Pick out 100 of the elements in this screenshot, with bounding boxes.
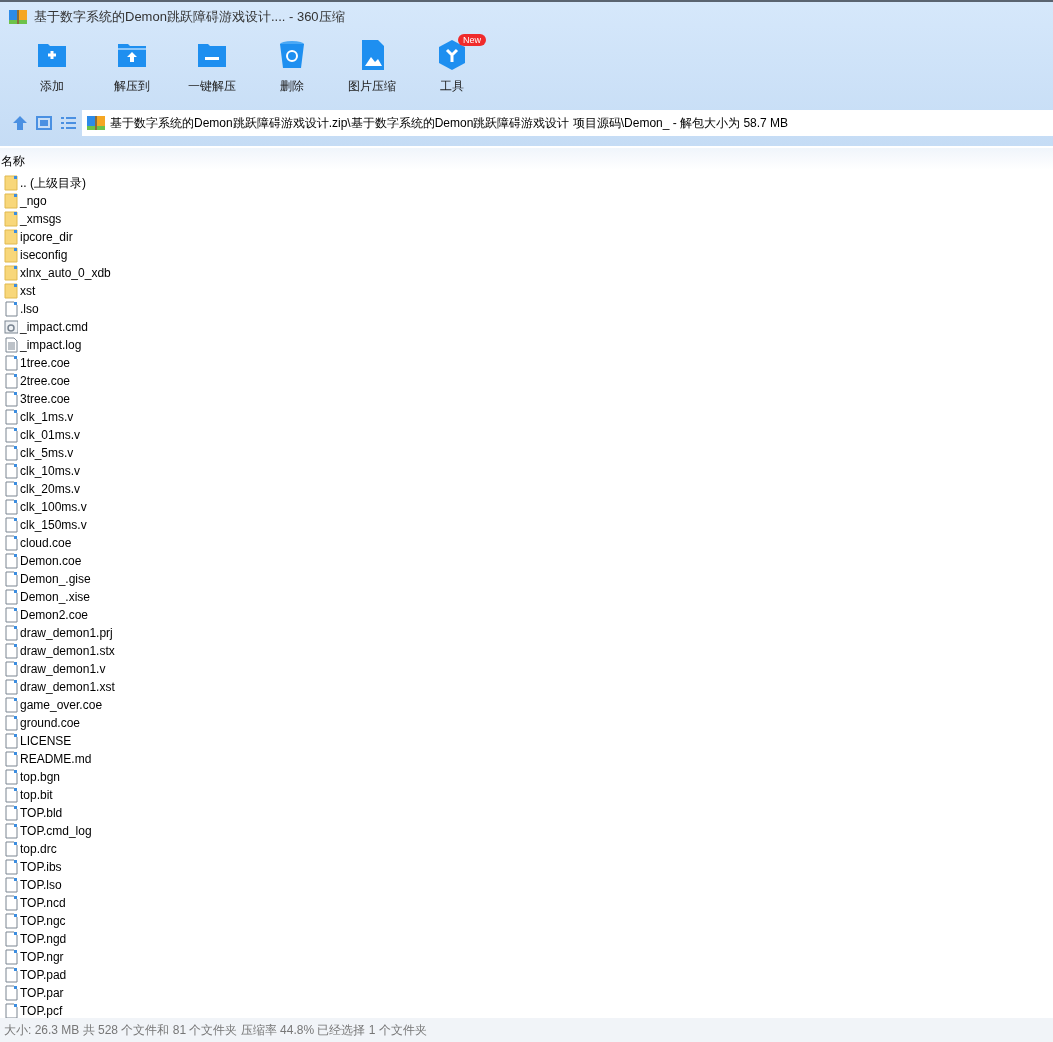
address-field[interactable]: 基于数字系统的Demon跳跃障碍游戏设计.zip\基于数字系统的Demon跳跃障碍游戏设计 项目源码\Demon_ - 解包大小为 58.7 MB bbox=[82, 110, 1053, 136]
file-name[interactable]: TOP.pcf bbox=[20, 1004, 63, 1018]
file-name[interactable]: xst bbox=[20, 284, 36, 298]
file-name[interactable]: Demon_.xise bbox=[20, 590, 91, 604]
text-document-icon bbox=[4, 337, 18, 353]
archive-icon bbox=[8, 7, 28, 27]
folder-icon bbox=[4, 283, 18, 299]
file-name[interactable]: _ngo bbox=[20, 194, 47, 208]
file-name[interactable]: top.bgn bbox=[20, 770, 61, 784]
toolbar-button[interactable]: 删除 bbox=[252, 38, 332, 102]
file-name[interactable]: TOP.pad bbox=[20, 968, 67, 982]
file-name[interactable]: TOP.par bbox=[20, 986, 64, 1000]
document-icon bbox=[4, 949, 18, 965]
file-name[interactable]: clk_100ms.v bbox=[20, 500, 87, 514]
document-icon bbox=[4, 391, 18, 407]
file-name[interactable]: top.bit bbox=[20, 788, 53, 802]
document-icon bbox=[4, 715, 18, 731]
file-name[interactable]: TOP.ncd bbox=[20, 896, 66, 910]
file-name[interactable]: 2tree.coe bbox=[20, 374, 71, 388]
document-icon bbox=[4, 535, 18, 551]
document-icon bbox=[4, 301, 18, 317]
document-icon bbox=[4, 553, 18, 569]
file-name[interactable]: clk_20ms.v bbox=[20, 482, 81, 496]
folder-icon bbox=[4, 229, 18, 245]
file-name[interactable]: _xmsgs bbox=[20, 212, 62, 226]
document-icon bbox=[4, 427, 18, 443]
document-icon bbox=[4, 607, 18, 623]
document-icon bbox=[4, 841, 18, 857]
archive-path: 基于数字系统的Demon跳跃障碍游戏设计.zip\基于数字系统的Demon跳跃障碍游戏设计 项目源码\Demon_ - 解包大小为 58.7 MB bbox=[110, 114, 789, 132]
document-icon bbox=[4, 643, 18, 659]
file-name[interactable]: README.md bbox=[20, 752, 92, 766]
document-icon bbox=[4, 967, 18, 983]
file-name[interactable]: TOP.bld bbox=[20, 806, 63, 820]
document-icon bbox=[4, 409, 18, 425]
file-name[interactable]: Demon2.coe bbox=[20, 608, 89, 622]
file-name[interactable]: game_over.coe bbox=[20, 698, 103, 712]
document-icon bbox=[4, 769, 18, 785]
document-icon bbox=[4, 481, 18, 497]
file-name[interactable]: clk_10ms.v bbox=[20, 464, 81, 478]
file-name[interactable]: draw_demon1.v bbox=[20, 662, 106, 676]
file-name[interactable]: clk_150ms.v bbox=[20, 518, 87, 532]
window-title: 基于数字系统的Demon跳跃障碍游戏设计.... - 360压缩 bbox=[34, 8, 345, 26]
document-icon bbox=[4, 355, 18, 371]
toolbar-button[interactable]: 一键解压 bbox=[172, 38, 252, 102]
file-name[interactable]: ground.coe bbox=[20, 716, 81, 730]
file-name[interactable]: xlnx_auto_0_xdb bbox=[20, 266, 111, 280]
file-name[interactable]: .lso bbox=[20, 302, 39, 316]
file-name[interactable]: clk_01ms.v bbox=[20, 428, 81, 442]
file-name[interactable]: TOP.cmd_log bbox=[20, 824, 92, 838]
file-name[interactable]: TOP.lso bbox=[20, 878, 62, 892]
window-view-icon[interactable] bbox=[34, 113, 54, 133]
file-name[interactable]: .. (上级目录) bbox=[20, 174, 86, 192]
document-icon bbox=[4, 751, 18, 767]
file-name[interactable]: 3tree.coe bbox=[20, 392, 71, 406]
toolbar-button[interactable]: 添加 bbox=[12, 38, 92, 102]
document-icon bbox=[4, 445, 18, 461]
document-icon bbox=[4, 877, 18, 893]
document-icon bbox=[4, 589, 18, 605]
document-icon bbox=[4, 733, 18, 749]
file-name[interactable]: top.drc bbox=[20, 842, 57, 856]
file-name[interactable]: clk_1ms.v bbox=[20, 410, 74, 424]
new-badge: New bbox=[458, 34, 486, 46]
document-icon bbox=[4, 517, 18, 533]
document-icon bbox=[4, 895, 18, 911]
document-icon bbox=[4, 661, 18, 677]
folder-icon bbox=[4, 265, 18, 281]
file-name[interactable]: _impact.cmd bbox=[20, 320, 89, 334]
file-name[interactable]: draw_demon1.xst bbox=[20, 680, 115, 694]
folder-icon bbox=[4, 247, 18, 263]
gear-document-icon bbox=[4, 319, 18, 335]
document-icon bbox=[4, 679, 18, 695]
folder-icon bbox=[4, 175, 18, 191]
file-name[interactable]: draw_demon1.prj bbox=[20, 626, 113, 640]
document-icon bbox=[4, 625, 18, 641]
folder-icon bbox=[4, 211, 18, 227]
document-icon bbox=[4, 823, 18, 839]
document-icon bbox=[4, 985, 18, 1001]
status-text: 大小: 26.3 MB 共 528 个文件和 81 个文件夹 压缩率 44.8% 已经选择 1 个文件夹 bbox=[4, 1021, 427, 1039]
file-name[interactable]: TOP.ngc bbox=[20, 914, 66, 928]
file-name[interactable]: iseconfig bbox=[20, 248, 68, 262]
file-name[interactable]: cloud.coe bbox=[20, 536, 72, 550]
file-name[interactable]: LICENSE bbox=[20, 734, 72, 748]
file-name[interactable]: TOP.ibs bbox=[20, 860, 62, 874]
document-icon bbox=[4, 463, 18, 479]
file-name[interactable]: Demon_.gise bbox=[20, 572, 91, 586]
document-icon bbox=[4, 1003, 18, 1018]
file-name[interactable]: ipcore_dir bbox=[20, 230, 73, 244]
file-name[interactable]: TOP.ngd bbox=[20, 932, 67, 946]
document-icon bbox=[4, 859, 18, 875]
document-icon bbox=[4, 787, 18, 803]
file-name[interactable]: _impact.log bbox=[20, 338, 82, 352]
file-name[interactable]: 1tree.coe bbox=[20, 356, 71, 370]
file-name[interactable]: draw_demon1.stx bbox=[20, 644, 115, 658]
file-name[interactable]: clk_5ms.v bbox=[20, 446, 74, 460]
toolbar-button[interactable]: 图片压缩 bbox=[332, 38, 412, 102]
column-header[interactable]: 名称 bbox=[1, 153, 25, 170]
toolbar-button[interactable]: 解压到 bbox=[92, 38, 172, 102]
file-name[interactable]: TOP.ngr bbox=[20, 950, 64, 964]
file-name[interactable]: Demon.coe bbox=[20, 554, 82, 568]
document-icon bbox=[4, 697, 18, 713]
